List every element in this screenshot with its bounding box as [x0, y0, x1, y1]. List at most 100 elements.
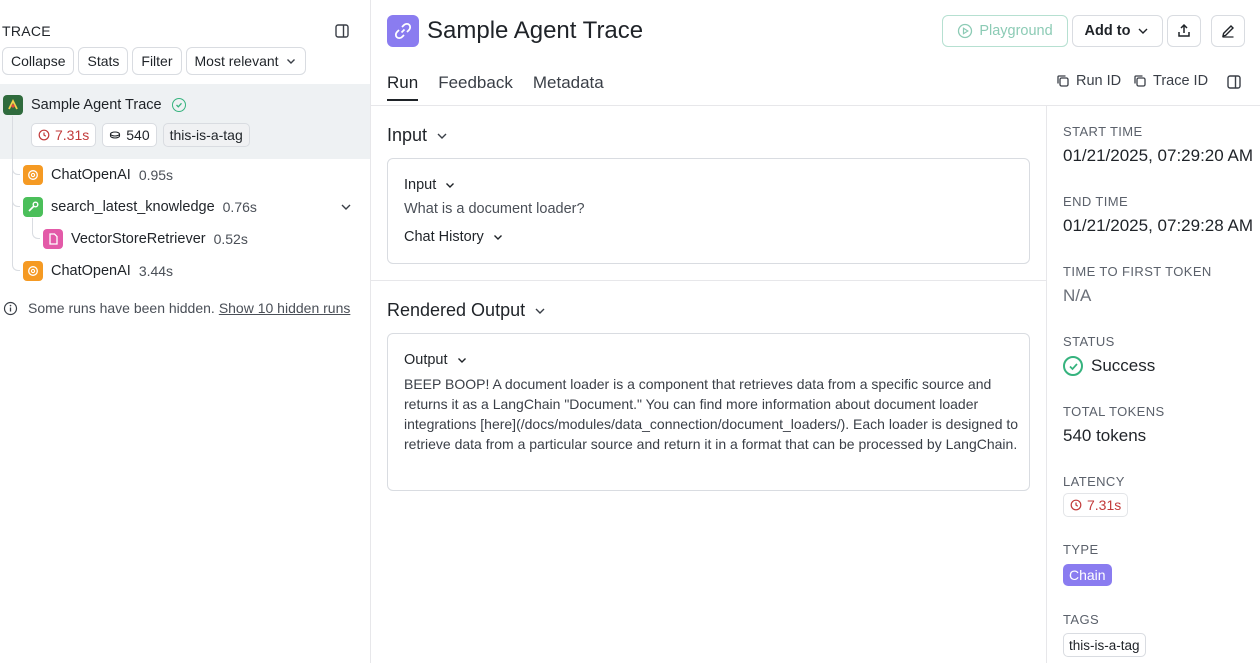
openai-icon: [23, 261, 43, 281]
openai-icon: [23, 165, 43, 185]
latency-value: 7.31s: [1087, 497, 1122, 513]
trace-panel: TRACE Collapse Stats Filter Most relevan…: [0, 0, 371, 663]
total-tokens-value: 540 tokens: [1063, 426, 1147, 445]
playground-label: Playground: [979, 23, 1053, 39]
upload-icon: [1178, 23, 1190, 37]
run-latency: 0.95s: [138, 167, 174, 183]
chevron-down-icon: [1138, 28, 1148, 34]
stats-button[interactable]: Stats: [78, 47, 129, 75]
tab-feedback[interactable]: Feedback: [438, 73, 513, 101]
run-name: ChatOpenAI: [51, 263, 131, 279]
total-tokens-label: TOTAL TOKENS: [1063, 404, 1165, 419]
tree-connector: [32, 218, 40, 239]
chevron-down-icon[interactable]: [339, 200, 353, 217]
input-section-title: Input: [387, 125, 428, 145]
sort-dropdown[interactable]: Most relevant: [185, 47, 306, 75]
playground-button[interactable]: Playground: [942, 15, 1068, 47]
end-time-value: 01/21/2025, 07:29:28 AM: [1063, 216, 1253, 235]
page-title: Sample Agent Trace: [427, 17, 644, 44]
latency-badge-value: 7.31s: [55, 127, 90, 143]
sort-dropdown-label: Most relevant: [194, 53, 279, 69]
details-panel-toggle-icon[interactable]: [1225, 73, 1243, 91]
header-divider: [371, 105, 1260, 106]
chevron-down-icon: [535, 308, 545, 314]
output-section-toggle[interactable]: Rendered Output: [387, 300, 547, 321]
wrench-icon: [23, 197, 43, 217]
tree-connector: [12, 116, 20, 271]
success-check-icon: [171, 98, 186, 112]
root-run-name: Sample Agent Trace: [31, 97, 162, 113]
output-text: BEEP BOOP! A document loader is a compon…: [404, 376, 1019, 452]
chevron-down-icon: [286, 59, 295, 64]
details-divider: [1046, 105, 1047, 663]
sidebar-toggle-icon[interactable]: [333, 22, 351, 40]
start-time-label: START TIME: [1063, 124, 1143, 139]
collapse-button[interactable]: Collapse: [2, 47, 75, 75]
status-text: Success: [1091, 356, 1156, 375]
latency-label: LATENCY: [1063, 474, 1125, 489]
root-run-badges: 7.31s 540 this-is-a-tag: [31, 123, 250, 147]
chat-history-toggle[interactable]: Chat History: [404, 229, 504, 245]
type-label: TYPE: [1063, 542, 1099, 557]
add-to-button[interactable]: Add to: [1072, 15, 1163, 47]
input-section-toggle[interactable]: Input: [387, 125, 449, 146]
clock-icon: [1070, 499, 1082, 511]
trace-id-label: Trace ID: [1153, 73, 1209, 89]
input-field-label: Input: [404, 177, 437, 193]
run-item-chatopenai-1[interactable]: ChatOpenAI 0.95s: [23, 165, 173, 185]
latency-badge: 7.31s: [31, 123, 97, 147]
copy-icon: [1134, 75, 1146, 87]
section-divider: [371, 280, 1047, 281]
coins-icon: [110, 131, 121, 139]
share-button[interactable]: [1167, 15, 1201, 47]
run-name: ChatOpenAI: [51, 167, 131, 183]
chat-history-label: Chat History: [404, 229, 484, 245]
run-name: search_latest_knowledge: [51, 199, 215, 215]
copy-run-id-button[interactable]: Run ID: [1056, 73, 1121, 89]
pencil-icon: [1222, 25, 1234, 38]
tab-run[interactable]: Run: [387, 73, 419, 101]
tag-badge: this-is-a-tag: [162, 123, 250, 147]
token-badge: 540: [102, 123, 157, 147]
input-field-toggle[interactable]: Input: [404, 177, 456, 193]
add-to-label: Add to: [1084, 23, 1131, 39]
output-field-toggle[interactable]: Output: [404, 352, 468, 368]
trace-toolbar: Collapse Stats Filter Most relevant: [2, 47, 306, 75]
filter-button[interactable]: Filter: [132, 47, 182, 75]
run-tabs: Run Feedback Metadata: [387, 73, 604, 101]
chevron-down-icon: [437, 133, 447, 139]
show-hidden-runs-link[interactable]: Show 10 hidden runs: [219, 300, 351, 316]
run-name: VectorStoreRetriever: [71, 231, 206, 247]
tab-metadata[interactable]: Metadata: [533, 73, 604, 101]
hidden-runs-note: Some runs have been hidden. Show 10 hidde…: [3, 300, 350, 316]
ttft-value: N/A: [1063, 286, 1092, 305]
copy-trace-id-button[interactable]: Trace ID: [1133, 73, 1208, 89]
ttft-label: TIME TO FIRST TOKEN: [1063, 264, 1212, 279]
edit-button[interactable]: [1211, 15, 1245, 47]
root-run-item[interactable]: Sample Agent Trace: [3, 95, 186, 115]
success-check-icon: [1063, 356, 1083, 376]
type-chip: Chain: [1063, 564, 1112, 586]
copy-icon: [1057, 75, 1069, 87]
output-section-title: Rendered Output: [387, 300, 526, 320]
hidden-runs-text: Some runs have been hidden.: [28, 300, 215, 316]
link-icon: [387, 15, 419, 47]
run-id-label: Run ID: [1076, 73, 1122, 89]
run-item-search-latest-knowledge[interactable]: search_latest_knowledge 0.76s: [23, 197, 257, 217]
clock-icon: [38, 129, 50, 141]
info-icon: [3, 301, 18, 315]
run-item-chatopenai-2[interactable]: ChatOpenAI 3.44s: [23, 261, 173, 281]
chevron-down-icon: [457, 358, 466, 363]
trace-panel-title: TRACE: [2, 23, 51, 39]
tag-chip: this-is-a-tag: [1063, 633, 1146, 657]
run-latency: 0.52s: [213, 231, 248, 247]
document-icon: [43, 229, 63, 249]
run-item-vectorstoreretriever[interactable]: VectorStoreRetriever 0.52s: [43, 229, 248, 249]
status-value: Success: [1063, 356, 1155, 376]
play-circle-icon: [958, 23, 973, 39]
output-card: Output BEEP BOOP! A document loader is a…: [387, 333, 1030, 491]
latency-chip: 7.31s: [1063, 493, 1129, 517]
chevron-down-icon: [446, 183, 455, 188]
end-time-label: END TIME: [1063, 194, 1129, 209]
status-label: STATUS: [1063, 334, 1115, 349]
